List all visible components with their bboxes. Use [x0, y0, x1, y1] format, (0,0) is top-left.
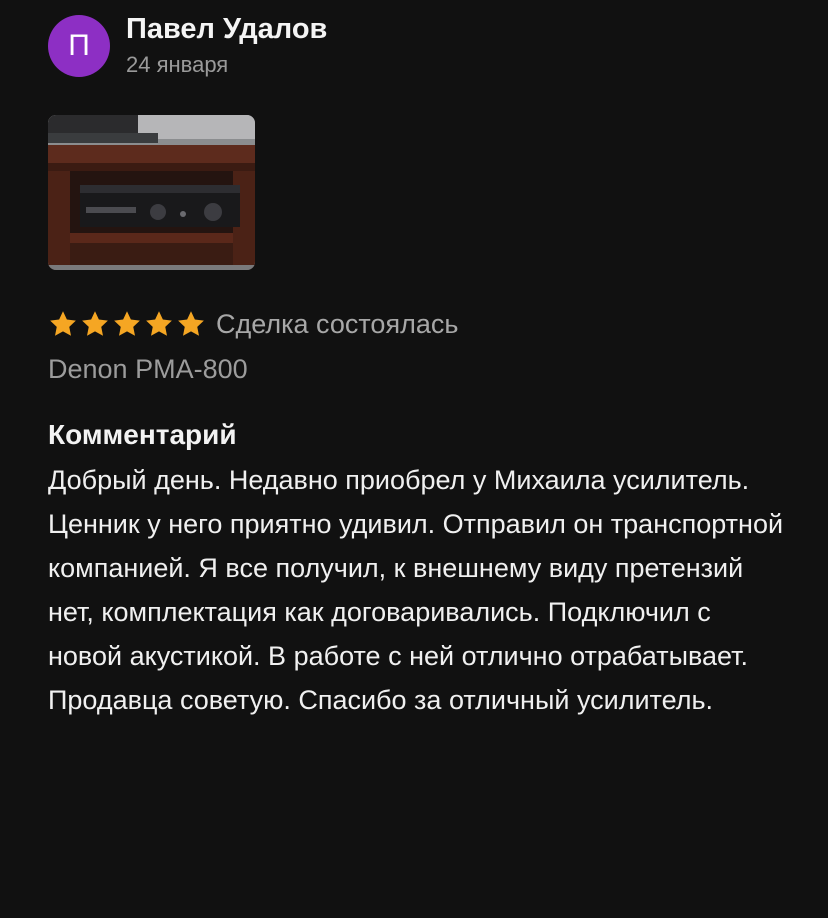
review-card: П Павел Удалов 24 января Сделка состояла…	[48, 12, 788, 722]
deal-status: Сделка состоялась	[216, 308, 459, 339]
star-icon	[178, 311, 204, 336]
rating-stars	[48, 309, 206, 339]
star-icon	[50, 311, 76, 336]
product-name[interactable]: Denon PMA-800	[48, 352, 788, 386]
review-header: П Павел Удалов 24 января	[48, 12, 788, 90]
rating-row: Сделка состоялась	[48, 304, 788, 344]
review-date: 24 января	[126, 52, 229, 77]
author-block: Павел Удалов 24 января	[126, 12, 327, 78]
author-name[interactable]: Павел Удалов	[126, 12, 327, 46]
comment-text: Добрый день. Недавно приобрел у Михаила …	[48, 465, 784, 715]
star-icon	[82, 311, 108, 336]
avatar-initial: П	[68, 29, 90, 62]
star-icon	[114, 311, 140, 336]
comment-title: Комментарий	[48, 419, 237, 450]
review-photo[interactable]	[48, 115, 255, 270]
star-icon	[146, 311, 172, 336]
avatar[interactable]: П	[48, 15, 110, 77]
